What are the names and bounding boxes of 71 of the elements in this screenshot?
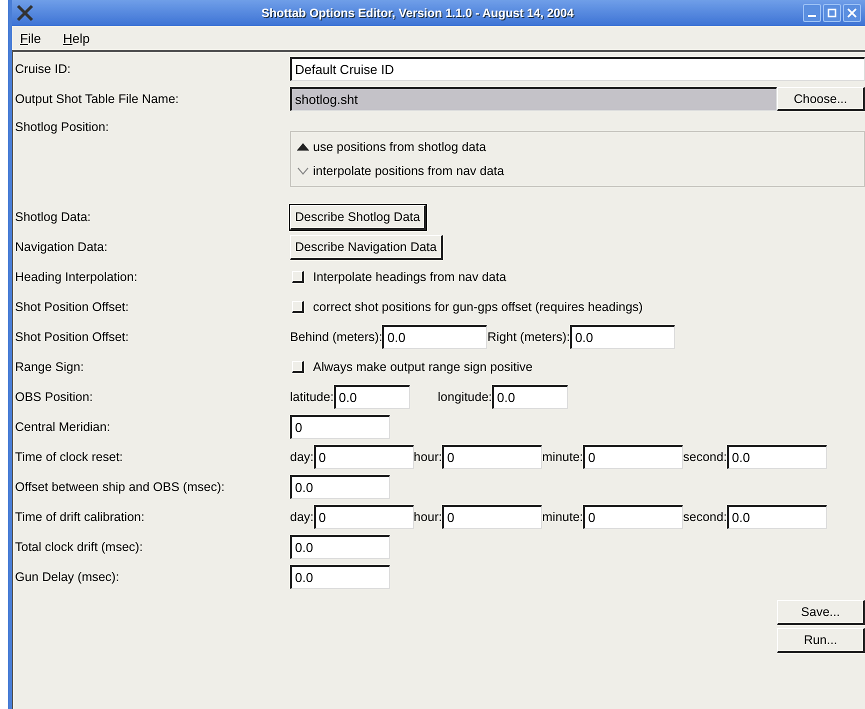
describe-button[interactable]: Describe Navigation Data [290, 234, 443, 260]
number-field[interactable]: 0.0 [570, 325, 676, 349]
radio-button[interactable] [297, 142, 309, 152]
number-field[interactable]: 0.0 [290, 565, 390, 589]
action-button[interactable]: Save... [777, 600, 865, 625]
maximize-icon [827, 8, 837, 18]
action-button[interactable]: Run... [777, 628, 865, 653]
field-caption: longitude: [438, 390, 492, 404]
maximize-button[interactable] [823, 4, 841, 22]
field-caption: day: [290, 510, 314, 524]
field-caption: hour: [414, 450, 442, 464]
field-caption: Right (meters): [487, 330, 570, 344]
window-title: Shottab Options Editor, Version 1.1.0 - August 14, 2004 [260, 6, 575, 20]
radio-label: interpolate positions from nav data [313, 164, 504, 178]
close-button[interactable] [843, 4, 861, 22]
field-label: Offset between ship and OBS (msec): [15, 480, 226, 494]
number-field[interactable]: 0.0 [382, 325, 488, 349]
field-caption: day: [290, 450, 314, 464]
number-field[interactable]: 0.0 [492, 385, 568, 409]
field-label: Shotlog Data: [15, 210, 92, 224]
close-icon [847, 8, 857, 18]
number-field[interactable]: 0.0 [334, 385, 410, 409]
field-caption: Behind (meters): [290, 330, 382, 344]
number-field[interactable]: 0 [314, 505, 414, 529]
number-field[interactable]: 0 [290, 415, 390, 439]
field-label: Navigation Data: [15, 240, 108, 254]
number-field[interactable]: 0 [442, 445, 542, 469]
field-label: OBS Position: [15, 390, 94, 404]
number-field[interactable]: 0 [583, 445, 684, 469]
field-label: Shot Position Offset: [15, 300, 130, 314]
field-caption: minute: [542, 510, 584, 524]
field-label: Total clock drift (msec): [15, 540, 144, 554]
choose-button[interactable]: Choose... [777, 87, 865, 111]
field-caption: second: [683, 450, 727, 464]
number-field[interactable]: 0 [583, 505, 684, 529]
checkbox[interactable] [292, 271, 304, 283]
field-label: Shotlog Position: [15, 119, 110, 134]
number-field[interactable]: 0 [442, 505, 542, 529]
text-field[interactable]: Default Cruise ID [290, 57, 865, 81]
checkbox[interactable] [292, 301, 304, 313]
field-label: Heading Interpolation: [15, 270, 138, 284]
field-label: Range Sign: [15, 360, 85, 374]
field-label: Central Meridian: [15, 420, 112, 434]
field-label: Shot Position Offset: [15, 330, 130, 344]
field-caption: minute: [542, 450, 584, 464]
radio-label: use positions from shotlog data [313, 140, 486, 154]
number-field[interactable]: 0 [314, 445, 414, 469]
field-caption: second: [683, 510, 727, 524]
field-label: Cruise ID: [15, 62, 72, 76]
field-caption: hour: [414, 510, 442, 524]
describe-button[interactable]: Describe Shotlog Data [290, 204, 426, 230]
minimize-icon [808, 15, 816, 17]
app-icon [16, 4, 34, 22]
field-label: Time of clock reset: [15, 450, 124, 464]
number-field[interactable]: 0.0 [290, 475, 390, 499]
checkbox-label: Always make output range sign positive [313, 360, 533, 374]
file-name-field[interactable]: shotlog.sht [290, 87, 777, 111]
checkbox-label: correct shot positions for gun-gps offset (requires headings) [313, 300, 643, 314]
field-caption: latitude: [290, 390, 334, 404]
field-label: Time of drift calibration: [15, 510, 146, 524]
field-label: Output Shot Table File Name: [15, 92, 180, 106]
menu-item[interactable]: Help [60, 30, 92, 46]
radio-button[interactable] [297, 166, 309, 176]
checkbox-label: Interpolate headings from nav data [313, 270, 506, 284]
number-field[interactable]: 0.0 [726, 505, 827, 529]
minimize-button[interactable] [803, 4, 821, 22]
field-label: Gun Delay (msec): [15, 570, 120, 584]
number-field[interactable]: 0.0 [290, 535, 390, 559]
checkbox[interactable] [292, 361, 304, 373]
menu-item[interactable]: File [18, 30, 43, 46]
number-field[interactable]: 0.0 [726, 445, 827, 469]
